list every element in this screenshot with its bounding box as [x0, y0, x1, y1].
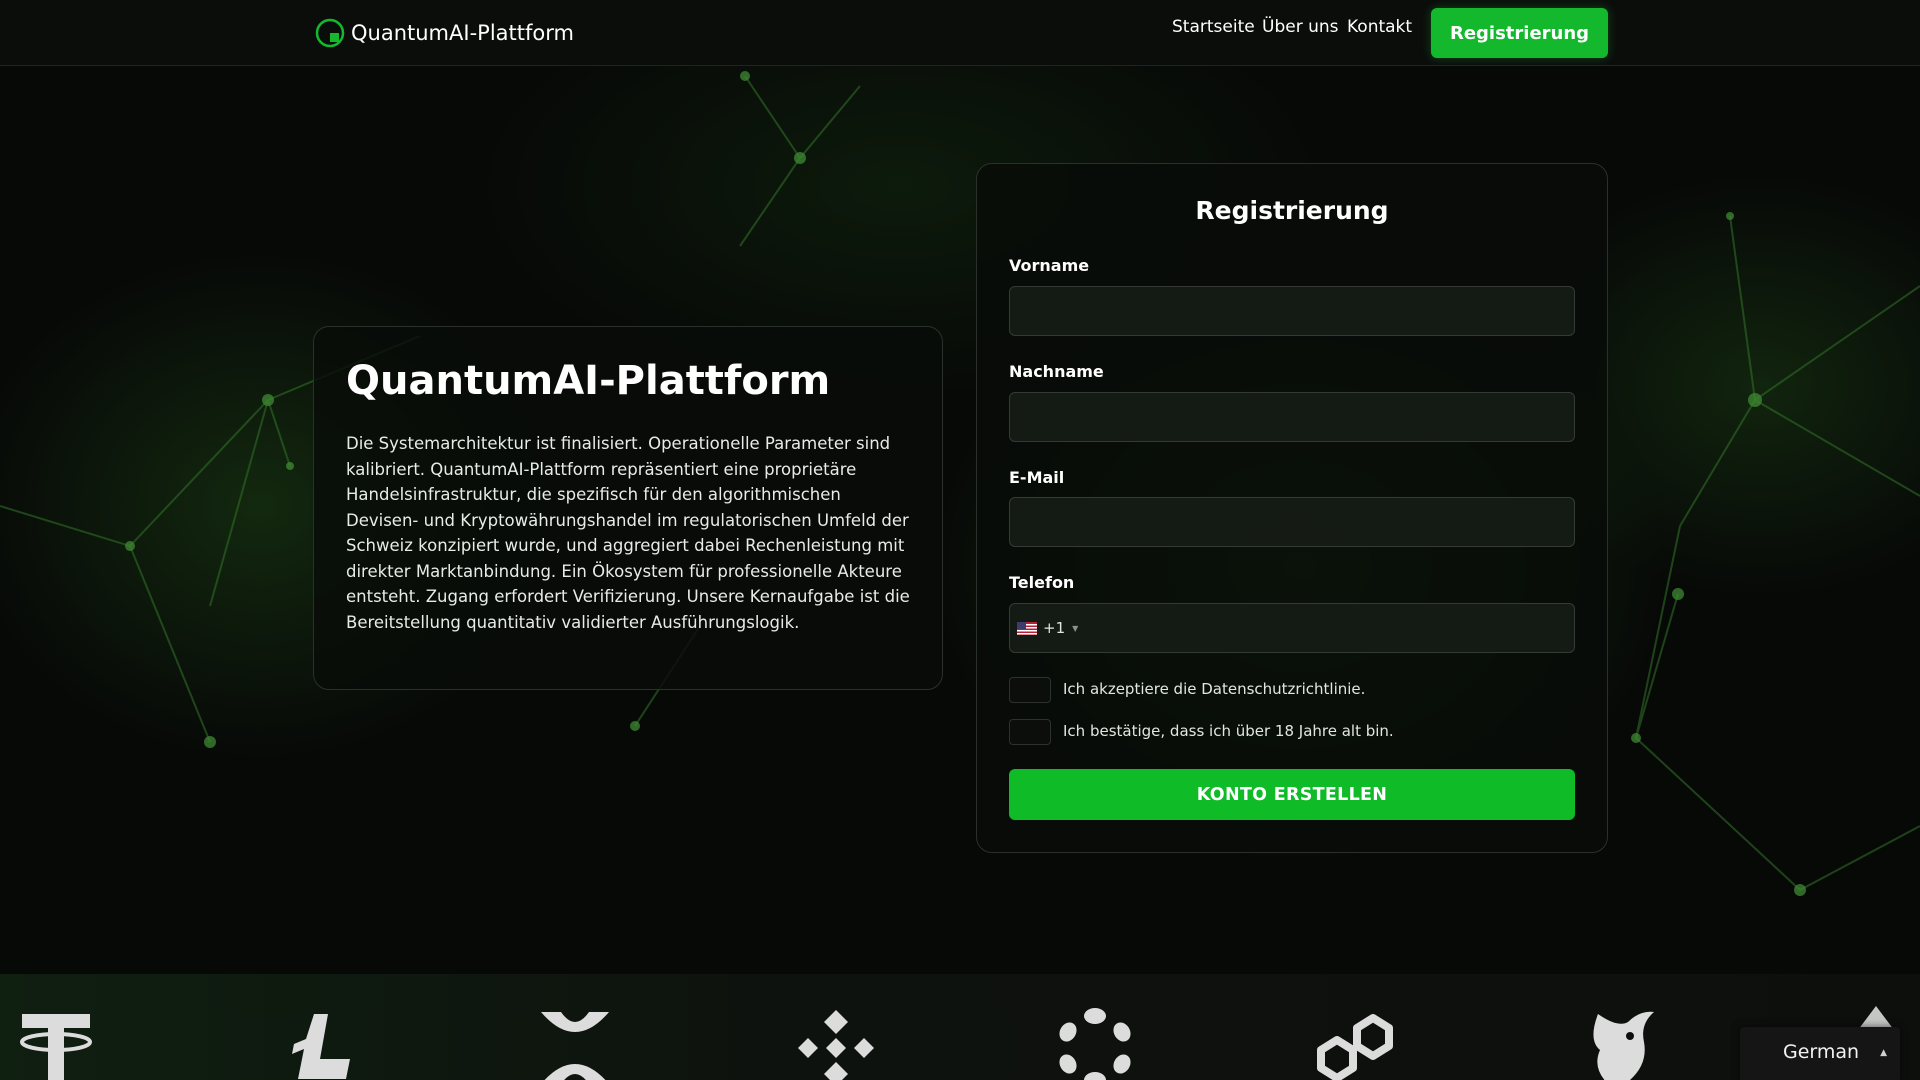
crypto-logo-strip [0, 974, 1920, 1080]
logo-text: QuantumAI-Plattform [351, 21, 574, 45]
litecoin-icon [292, 1014, 350, 1079]
logo-icon [315, 18, 345, 48]
nav-link-about[interactable]: Über uns [1262, 17, 1339, 37]
last-name-label: Nachname [1009, 362, 1104, 381]
language-selected: German [1783, 1041, 1860, 1063]
form-title: Registrierung [1195, 196, 1389, 225]
site-header: QuantumAI-Plattform Startseite Über uns … [0, 0, 1920, 66]
us-flag-icon [1017, 621, 1037, 635]
phone-label: Telefon [1009, 573, 1075, 592]
polygon-icon [1317, 1014, 1393, 1080]
chevron-down-icon: ▼ [1072, 623, 1079, 633]
network-background-graphic [0, 71, 1920, 896]
language-selector[interactable]: German ▲ [1740, 1027, 1900, 1080]
email-input[interactable] [1009, 497, 1575, 547]
first-name-input[interactable] [1009, 286, 1575, 336]
nav-link-home[interactable]: Startseite [1172, 17, 1255, 37]
country-code-text: +1 [1043, 619, 1066, 637]
register-nav-button[interactable]: Registrierung [1431, 8, 1608, 58]
country-code-selector[interactable]: +1 ▼ [1017, 618, 1078, 638]
age-checkbox-label: Ich bestätige, dass ich über 18 Jahre al… [1063, 722, 1394, 740]
first-name-label: Vorname [1009, 256, 1090, 275]
uniswap-icon [1593, 1011, 1654, 1080]
hero-info-card: QuantumAI-Plattform Die Systemarchitektu… [313, 326, 943, 690]
hero-description: Die Systemarchitektur ist finalisiert. O… [346, 434, 910, 632]
polkadot-icon [1059, 1008, 1131, 1080]
email-label: E-Mail [1009, 468, 1065, 487]
hero-title: QuantumAI-Plattform [346, 358, 831, 404]
privacy-checkbox[interactable] [1009, 677, 1051, 703]
logo[interactable]: QuantumAI-Plattform [315, 16, 574, 50]
xrp-icon [541, 1012, 609, 1080]
tether-icon [20, 1014, 92, 1080]
phone-input[interactable] [1009, 603, 1575, 653]
age-checkbox[interactable] [1009, 719, 1051, 745]
last-name-input[interactable] [1009, 392, 1575, 442]
nav-link-contact[interactable]: Kontakt [1347, 17, 1412, 37]
chevron-up-icon: ▲ [1880, 1048, 1887, 1058]
create-account-button[interactable]: KONTO ERSTELLEN [1009, 769, 1575, 820]
binance-icon [798, 1010, 874, 1080]
privacy-checkbox-label: Ich akzeptiere die Datenschutzrichtlinie… [1063, 680, 1366, 698]
